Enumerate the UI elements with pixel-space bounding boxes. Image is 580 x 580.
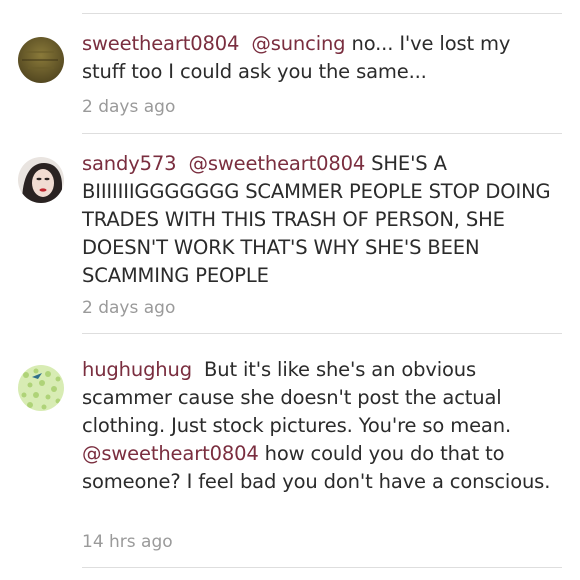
portrait-avatar-icon bbox=[18, 157, 64, 203]
comment-body: sweetheart0804 @suncing no... I've lost … bbox=[82, 30, 554, 86]
comment-username[interactable]: sandy573 bbox=[82, 152, 177, 175]
olive-texture-avatar-icon bbox=[18, 37, 64, 83]
divider bbox=[82, 567, 562, 568]
comment-timestamp: 14 hrs ago bbox=[82, 532, 173, 552]
comment-body: hughughug But it's like she's an obvious… bbox=[82, 356, 554, 496]
divider-top bbox=[82, 13, 562, 14]
avatar-hughughug[interactable] bbox=[18, 365, 64, 411]
comment-mention[interactable]: @sweetheart0804 bbox=[189, 152, 366, 175]
comment-timestamp: 2 days ago bbox=[82, 298, 176, 318]
comment-username[interactable]: sweetheart0804 bbox=[82, 32, 239, 55]
green-floral-avatar-icon bbox=[18, 365, 64, 411]
comment-mention[interactable]: @suncing bbox=[251, 32, 345, 55]
comment-mention[interactable]: @sweetheart0804 bbox=[82, 442, 259, 465]
comment-timestamp: 2 days ago bbox=[82, 97, 176, 117]
divider bbox=[82, 333, 562, 334]
avatar-sweetheart0804[interactable] bbox=[18, 37, 64, 83]
divider bbox=[82, 133, 562, 134]
comment-username[interactable]: hughughug bbox=[82, 358, 192, 381]
avatar-sandy573[interactable] bbox=[18, 157, 64, 203]
comment-body: sandy573 @sweetheart0804 SHE'S A BIIIIII… bbox=[82, 150, 554, 290]
